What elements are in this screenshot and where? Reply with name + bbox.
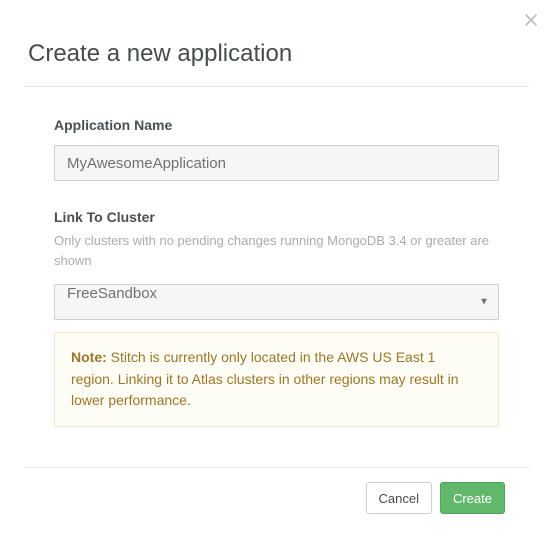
cluster-label: Link To Cluster (54, 209, 499, 225)
divider (24, 86, 529, 87)
dialog-footer: Cancel Create (24, 468, 529, 514)
note-box: Note: Stitch is currently only located i… (54, 332, 499, 427)
close-icon[interactable] (523, 12, 539, 28)
note-text: Stitch is currently only located in the … (71, 349, 459, 408)
cancel-button[interactable]: Cancel (366, 482, 432, 514)
form-body: Application Name Link To Cluster Only cl… (24, 117, 529, 427)
dialog-title: Create a new application (28, 40, 525, 68)
app-name-input[interactable] (54, 145, 499, 181)
create-button[interactable]: Create (440, 482, 505, 514)
cluster-select[interactable]: FreeSandbox (54, 284, 499, 320)
app-name-label: Application Name (54, 117, 499, 133)
note-label: Note: (71, 349, 107, 365)
cluster-help-text: Only clusters with no pending changes ru… (54, 231, 499, 270)
create-application-dialog: Create a new application Application Nam… (0, 0, 553, 514)
